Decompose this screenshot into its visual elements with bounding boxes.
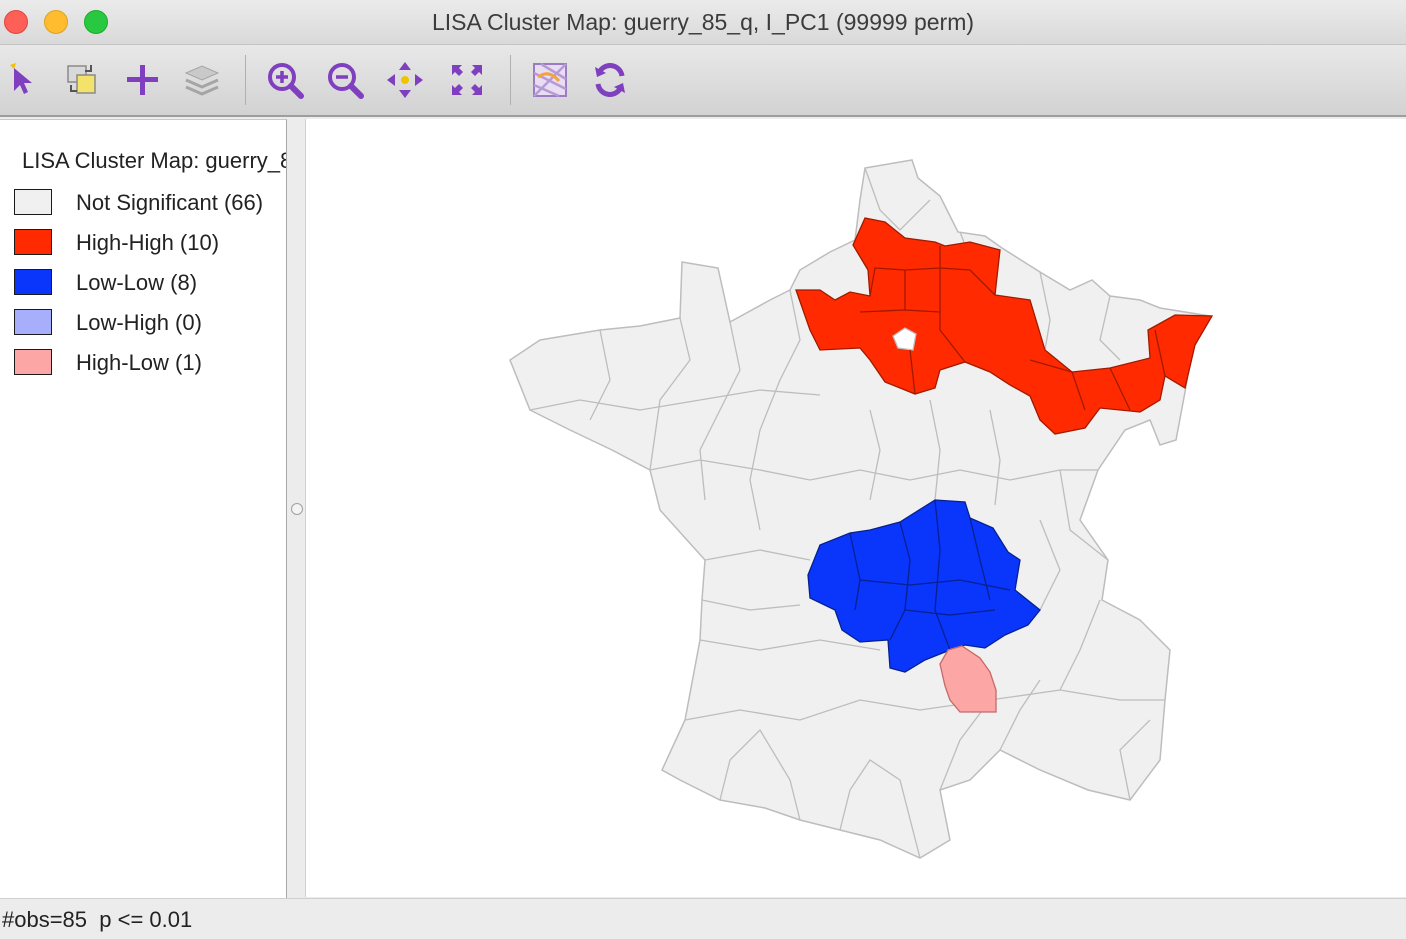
refresh-button[interactable]	[589, 59, 631, 101]
legend-swatch	[14, 349, 52, 375]
copy-image-icon	[67, 65, 96, 94]
cluster-map[interactable]	[306, 119, 1406, 897]
legend-label: High-High (10)	[76, 230, 220, 255]
pan-icon	[387, 62, 423, 98]
copy-image-button[interactable]	[61, 59, 103, 101]
legend-panel: LISA Cluster Map: guerry_85_q, I_PC1 (99…	[0, 119, 287, 898]
legend-swatch	[14, 189, 52, 215]
legend-label: Low-High (0)	[76, 310, 202, 335]
title-bar: LISA Cluster Map: guerry_85_q, I_PC1 (99…	[0, 0, 1406, 45]
legend-swatch	[14, 309, 52, 335]
toolbar-separator	[245, 55, 246, 105]
toolbar-separator	[510, 55, 511, 105]
map-canvas[interactable]	[306, 119, 1406, 897]
basemap-button[interactable]	[529, 59, 571, 101]
basemap-icon	[533, 62, 567, 98]
fit-extent-icon	[452, 65, 482, 95]
add-layer-icon	[127, 65, 158, 95]
status-text: #obs=85 p <= 0.01	[2, 907, 193, 932]
window-title: LISA Cluster Map: guerry_85_q, I_PC1 (99…	[431, 9, 975, 35]
status-bar: #obs=85 p <= 0.01	[0, 898, 1406, 939]
toolbar	[0, 45, 1406, 117]
layers-button[interactable]	[181, 59, 223, 101]
legend-label: High-Low (1)	[76, 350, 202, 375]
map-region-not-significant[interactable]	[509, 159, 1212, 859]
zoom-in-icon	[268, 63, 304, 99]
legend-swatch	[14, 229, 52, 255]
legend-label: Low-Low (8)	[76, 270, 198, 295]
splitter-handle[interactable]	[291, 503, 303, 515]
zoom-in-button[interactable]	[264, 59, 306, 101]
fit-extent-button[interactable]	[446, 59, 488, 101]
legend-label: Not Significant (66)	[76, 190, 264, 215]
select-pointer-icon	[10, 63, 32, 94]
zoom-out-button[interactable]	[324, 59, 366, 101]
add-layer-button[interactable]	[121, 59, 163, 101]
pan-button[interactable]	[384, 59, 426, 101]
legend-swatch	[14, 269, 52, 295]
panel-splitter[interactable]	[287, 119, 306, 897]
refresh-icon	[595, 63, 625, 97]
layers-icon	[184, 65, 220, 96]
legend-title: LISA Cluster Map: guerry_85_q, I_PC1 (99…	[22, 148, 286, 173]
select-pointer-button[interactable]	[2, 59, 44, 101]
zoom-out-icon	[328, 63, 364, 99]
